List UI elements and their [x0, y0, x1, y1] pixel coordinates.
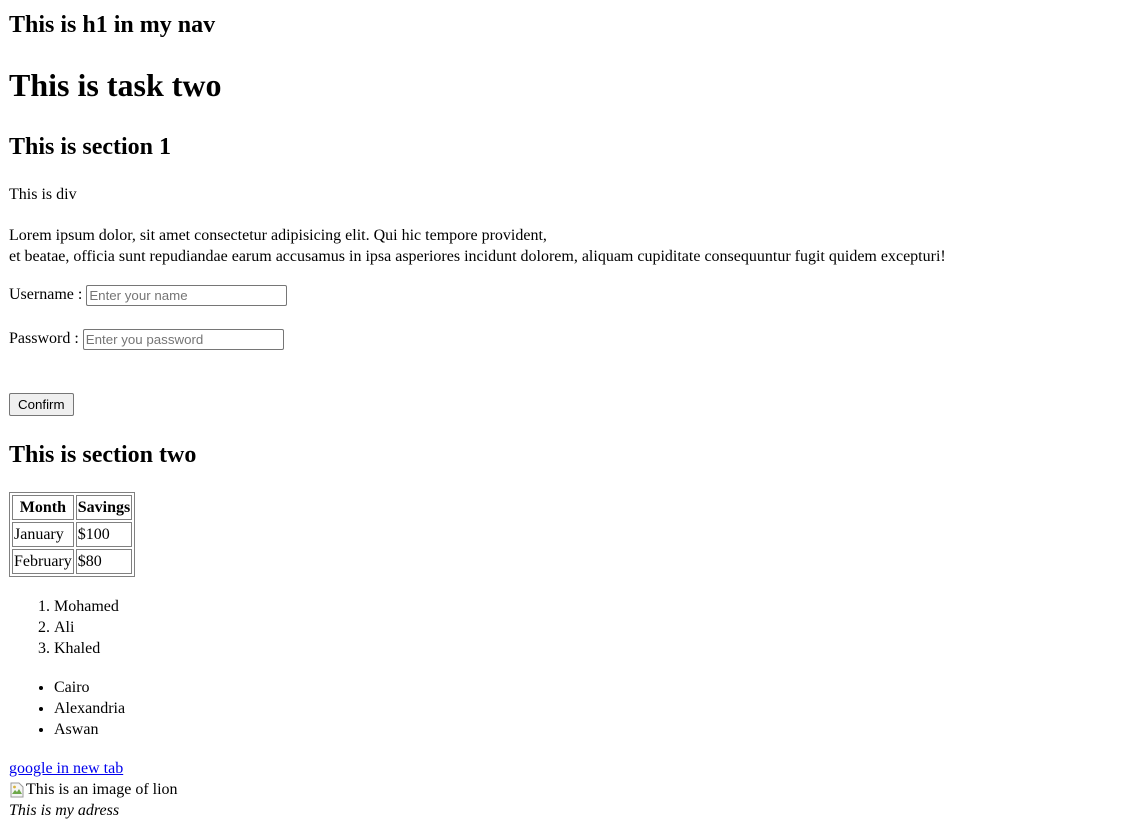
cities-unordered-list: Cairo Alexandria Aswan	[14, 677, 125, 740]
list-item: Ali	[54, 617, 119, 638]
page-title: This is task two	[9, 67, 222, 103]
username-row: Username :	[9, 284, 288, 306]
broken-image-icon	[9, 782, 25, 798]
image-alt-text: This is an image of lion	[26, 781, 178, 798]
list-item: Alexandria	[54, 698, 125, 719]
lion-image: This is an image of lion	[9, 780, 178, 799]
table-cell: $80	[75, 549, 133, 574]
names-ordered-list: Mohamed Ali Khaled	[14, 596, 119, 659]
username-input[interactable]	[86, 284, 288, 306]
list-item: Mohamed	[54, 596, 119, 617]
list-item: Khaled	[54, 638, 119, 659]
section-1-title: This is section 1	[9, 134, 172, 160]
password-input[interactable]	[82, 328, 284, 350]
nav-title: This is h1 in my nav	[9, 12, 216, 38]
password-row: Password :	[9, 328, 284, 350]
savings-table: Month Savings January $100 February $80	[9, 492, 136, 577]
table-row: February $80	[12, 549, 133, 574]
paragraph-line-2: et beatae, officia sunt repudiandae earu…	[9, 248, 946, 265]
address: This is my adress	[9, 802, 120, 819]
list-item: Cairo	[54, 677, 125, 698]
table-header-row: Month Savings	[12, 495, 133, 520]
table-cell: February	[12, 549, 74, 574]
table-header-month: Month	[12, 495, 74, 520]
section-2-title: This is section two	[9, 442, 197, 468]
paragraph-line-1: Lorem ipsum dolor, sit amet consectetur …	[9, 227, 547, 244]
table-cell: January	[12, 522, 74, 547]
table-cell: $100	[75, 522, 133, 547]
table-header-savings: Savings	[75, 495, 133, 520]
lorem-paragraph: Lorem ipsum dolor, sit amet consectetur …	[9, 225, 946, 267]
table-row: January $100	[12, 522, 133, 547]
password-label: Password :	[9, 330, 79, 348]
confirm-button[interactable]: Confirm	[9, 393, 74, 416]
list-item: Aswan	[54, 719, 125, 740]
google-link[interactable]: google in new tab	[9, 759, 123, 778]
div-text: This is div	[9, 186, 77, 203]
username-label: Username :	[9, 286, 83, 304]
